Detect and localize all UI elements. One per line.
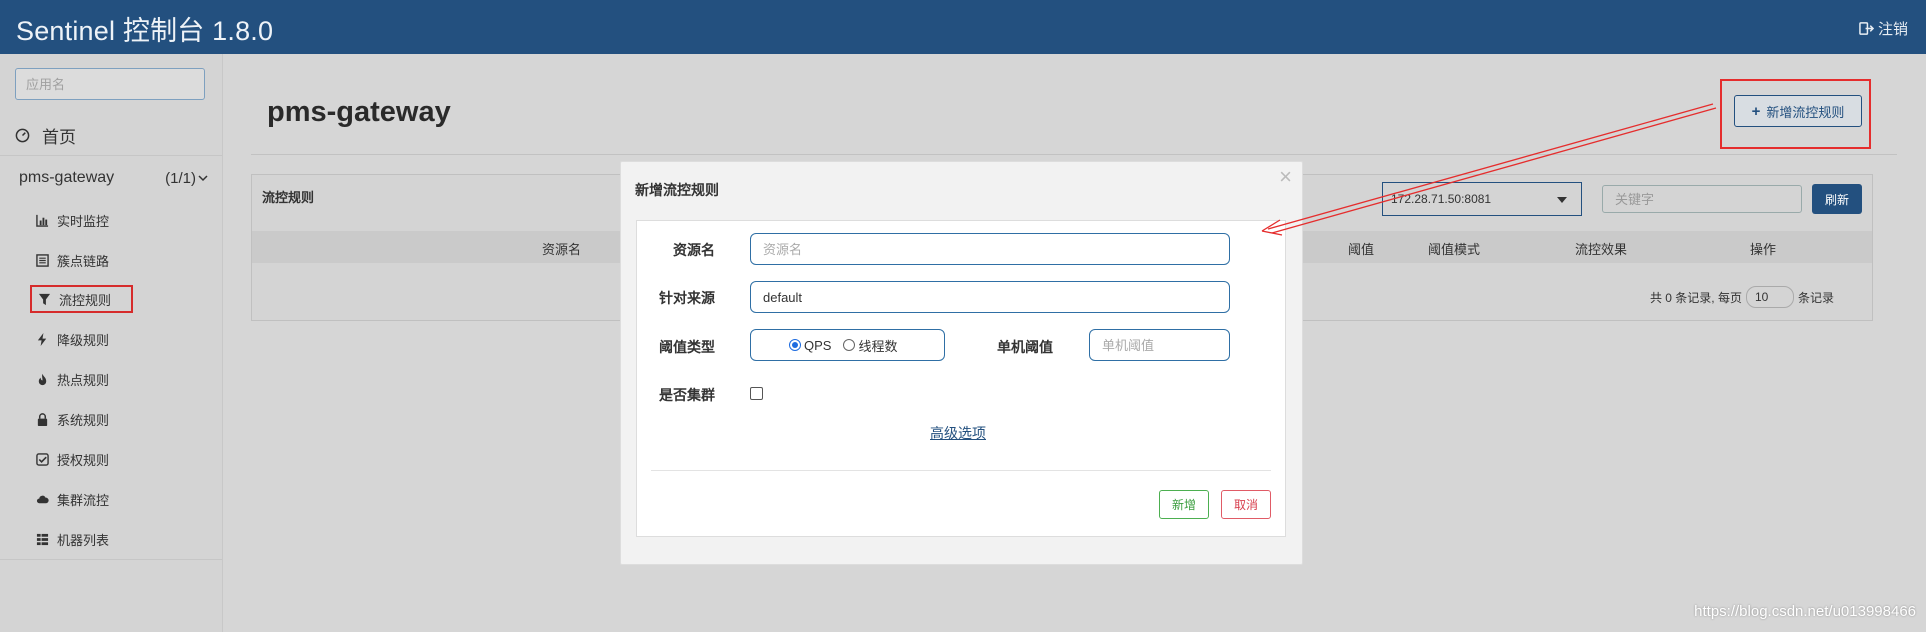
app-search: 搜索 — [15, 68, 205, 100]
sign-out-icon — [1859, 22, 1874, 35]
column-header-resource[interactable]: 资源名 — [542, 239, 581, 258]
resource-name-input[interactable] — [750, 233, 1230, 265]
sidebar: 搜索 首页 pms-gateway (1/1) 实时监控 簇点链路 流控规 — [0, 54, 223, 632]
sidebar-app-pms-gateway[interactable]: pms-gateway (1/1) — [0, 158, 222, 198]
caret-down-icon — [1557, 197, 1567, 203]
thread-count-radio[interactable] — [843, 339, 856, 351]
qps-radio-label[interactable]: QPS — [804, 338, 831, 353]
limit-app-input[interactable] — [750, 281, 1230, 313]
resource-name-label: 资源名 — [673, 242, 715, 258]
count-input[interactable] — [1089, 329, 1230, 361]
keyword-search-input[interactable] — [1602, 185, 1802, 213]
sidebar-item-authority-rules[interactable]: 授权规则 — [30, 445, 115, 473]
sidebar-item-degrade-rules[interactable]: 降级规则 — [30, 325, 115, 353]
dashboard-icon — [15, 128, 30, 143]
dialog-title: 新增流控规则 — [635, 182, 719, 198]
bar-chart-icon — [36, 214, 49, 227]
close-icon[interactable]: × — [1279, 166, 1292, 188]
logout-link[interactable]: 注销 — [1859, 18, 1908, 39]
fire-icon — [38, 373, 47, 385]
column-header-actions: 操作 — [1750, 242, 1777, 257]
pagination-prefix: 共 0 条记录, 每页 — [1649, 290, 1742, 305]
sidebar-item-label: 热点规则 — [57, 372, 110, 388]
pagination-suffix: 条记录 — [1797, 290, 1834, 305]
panel-title: 流控规则 — [262, 190, 315, 205]
home-label: 首页 — [42, 128, 76, 147]
sidebar-divider — [0, 559, 222, 560]
sidebar-item-realtime-monitor[interactable]: 实时监控 — [30, 206, 115, 234]
sidebar-item-label: 降级规则 — [57, 332, 110, 348]
column-header-threshold[interactable]: 阈值 — [1348, 239, 1374, 258]
add-flow-rule-button[interactable]: + 新增流控规则 — [1734, 95, 1862, 127]
refresh-button[interactable]: 刷新 — [1812, 184, 1862, 214]
sidebar-item-label: 簇点链路 — [57, 253, 110, 269]
app-machine-count: (1/1) — [165, 169, 196, 187]
dialog-form: 资源名 针对来源 阈值类型 QPS 线程数 单机阈值 是否集群 高级选项 新增 … — [636, 220, 1286, 537]
pagination-info: 共 0 条记录, 每页 10 条记录 — [1650, 286, 1834, 308]
add-flow-rule-dialog: 新增流控规则 × 资源名 针对来源 阈值类型 QPS 线程数 单机阈值 是否集群… — [620, 161, 1303, 565]
column-header-threshold-mode[interactable]: 阈值模式 — [1428, 239, 1480, 258]
page-title: pms-gateway — [267, 96, 451, 128]
page-size-input[interactable]: 10 — [1745, 286, 1794, 308]
grid-icon — [36, 533, 49, 545]
app-brand[interactable]: Sentinel 控制台 1.8.0 — [16, 9, 273, 48]
sidebar-item-cluster-flow[interactable]: 集群流控 — [30, 485, 115, 513]
grade-type-radio-group: QPS 线程数 — [750, 329, 945, 361]
sidebar-item-label: 授权规则 — [57, 452, 110, 468]
cloud-icon — [36, 495, 49, 503]
sidebar-item-machine-list[interactable]: 机器列表 — [30, 525, 115, 553]
sidebar-item-flow-rules[interactable]: 流控规则 — [30, 285, 133, 313]
title-divider — [251, 154, 1897, 155]
grade-type-label: 阈值类型 — [659, 339, 715, 355]
sidebar-item-label: 系统规则 — [57, 412, 110, 428]
machine-select-value: 172.28.71.50:8081 — [1391, 192, 1492, 206]
flash-icon — [37, 332, 47, 346]
filter-icon — [38, 293, 51, 305]
column-header-control-effect[interactable]: 流控效果 — [1575, 239, 1627, 258]
sidebar-item-system-rules[interactable]: 系统规则 — [30, 405, 115, 433]
sidebar-item-hotspot-rules[interactable]: 热点规则 — [30, 365, 115, 393]
logout-label: 注销 — [1877, 21, 1908, 38]
top-navbar: Sentinel 控制台 1.8.0 注销 — [0, 0, 1926, 54]
add-flow-rule-label: 新增流控规则 — [1766, 104, 1845, 120]
save-button[interactable]: 新增 — [1159, 490, 1209, 519]
check-icon — [36, 452, 49, 466]
limit-app-label: 针对来源 — [659, 290, 715, 306]
cluster-mode-label: 是否集群 — [659, 387, 715, 403]
sidebar-item-label: 流控规则 — [59, 292, 112, 308]
qps-radio[interactable] — [789, 339, 801, 351]
list-icon — [36, 253, 49, 267]
watermark: https://blog.csdn.net/u013998466 — [1694, 603, 1916, 620]
sidebar-item-resource-chain[interactable]: 簇点链路 — [30, 246, 115, 274]
chevron-down-icon — [198, 175, 208, 182]
thread-count-radio-label[interactable]: 线程数 — [858, 336, 897, 355]
advanced-options-link[interactable]: 高级选项 — [930, 423, 986, 443]
sidebar-item-label: 机器列表 — [57, 532, 110, 548]
app-name: pms-gateway — [19, 169, 115, 186]
count-label: 单机阈值 — [997, 339, 1053, 355]
form-divider — [651, 470, 1271, 471]
cancel-button[interactable]: 取消 — [1221, 490, 1271, 519]
plus-icon: + — [1751, 102, 1761, 120]
machine-select[interactable]: 172.28.71.50:8081 — [1382, 182, 1582, 216]
app-search-input[interactable] — [16, 69, 204, 99]
lock-icon — [37, 412, 48, 426]
sidebar-item-label: 集群流控 — [57, 492, 110, 508]
sidebar-item-label: 实时监控 — [57, 213, 110, 229]
sidebar-item-home[interactable]: 首页 — [0, 116, 222, 156]
cluster-mode-checkbox[interactable] — [750, 387, 763, 400]
